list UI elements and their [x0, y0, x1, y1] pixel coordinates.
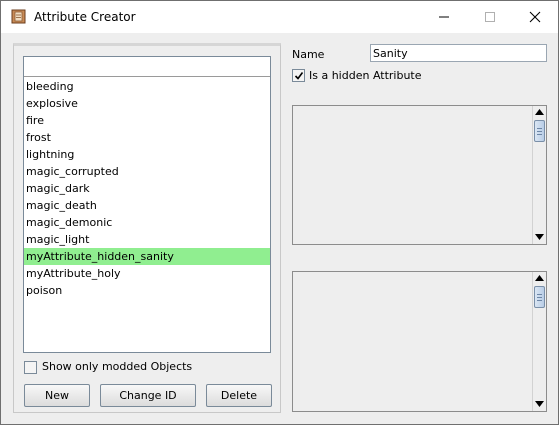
minimize-icon [439, 16, 449, 18]
attribute-list[interactable]: bleeding explosive fire frost lightning magic… [23, 56, 271, 353]
name-field[interactable] [370, 44, 547, 62]
scroll-document-icon [11, 9, 26, 24]
list-item[interactable]: fire [24, 112, 270, 129]
hidden-attribute-label: Is a hidden Attribute [309, 69, 422, 82]
scroll-down-arrow-icon[interactable] [533, 231, 546, 244]
list-item[interactable]: bleeding [24, 78, 270, 95]
maximize-icon [485, 12, 495, 22]
scroll-thumb-2[interactable] [534, 286, 545, 308]
close-icon [529, 11, 541, 23]
list-item[interactable]: poison [24, 282, 270, 299]
list-item[interactable]: lightning [24, 146, 270, 163]
scroll-down-arrow-icon[interactable] [533, 398, 546, 411]
list-item[interactable]: magic_demonic [24, 214, 270, 231]
list-item[interactable]: myAttribute_hidden_sanity [24, 248, 270, 265]
list-item[interactable]: myAttribute_holy [24, 265, 270, 282]
list-filter-input[interactable] [24, 57, 270, 77]
minimize-button[interactable] [421, 1, 467, 33]
hidden-attribute-checkbox[interactable] [292, 69, 305, 82]
grip-line [537, 294, 542, 295]
list-item[interactable]: magic_dark [24, 180, 270, 197]
title-bar[interactable]: Attribute Creator [1, 1, 558, 33]
name-label: Name [292, 48, 325, 61]
list-item[interactable]: frost [24, 129, 270, 146]
maximize-button[interactable] [467, 1, 513, 33]
vertical-scrollbar-1[interactable] [532, 106, 546, 244]
check-icon [294, 72, 304, 80]
close-button[interactable] [512, 1, 558, 33]
description-text-area-1[interactable] [292, 105, 547, 245]
grip-line [537, 297, 542, 298]
show-only-modded-checkbox[interactable] [24, 361, 37, 374]
change-id-button[interactable]: Change ID [100, 384, 196, 407]
delete-button[interactable]: Delete [206, 384, 272, 407]
grip-line [537, 131, 542, 132]
attribute-creator-window: Attribute Creator bleeding explosive fire f… [0, 0, 559, 425]
grip-line [537, 134, 542, 135]
scroll-up-arrow-icon[interactable] [533, 106, 546, 119]
list-item[interactable]: explosive [24, 95, 270, 112]
list-item[interactable]: magic_death [24, 197, 270, 214]
list-item[interactable]: magic_corrupted [24, 163, 270, 180]
window-title: Attribute Creator [34, 10, 136, 24]
description-text-area-2[interactable] [292, 271, 547, 412]
scroll-up-arrow-icon[interactable] [533, 272, 546, 285]
new-button[interactable]: New [24, 384, 90, 407]
list-item[interactable]: magic_light [24, 231, 270, 248]
grip-line [537, 128, 542, 129]
show-only-modded-label: Show only modded Objects [42, 360, 193, 373]
scroll-thumb-1[interactable] [534, 120, 545, 142]
vertical-scrollbar-2[interactable] [532, 272, 546, 411]
grip-line [537, 300, 542, 301]
